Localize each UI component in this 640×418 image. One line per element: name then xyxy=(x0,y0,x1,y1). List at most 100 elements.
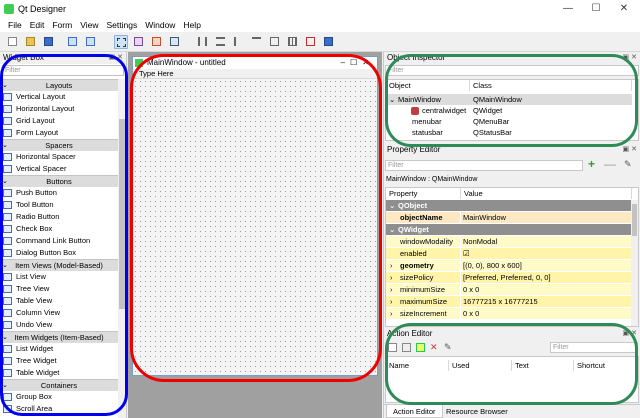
dock-float-close-icons[interactable]: ▣✕ xyxy=(623,328,639,340)
column-header-text[interactable]: Text xyxy=(512,360,574,371)
menu-settings[interactable]: Settings xyxy=(102,18,141,32)
property-value[interactable]: NonModal xyxy=(461,236,633,247)
property-value[interactable]: 0 x 0 xyxy=(461,308,633,319)
lay-out-vertically-icon[interactable] xyxy=(214,35,228,49)
property-row[interactable]: sizeIncrement 0 x 0 › xyxy=(386,308,633,319)
widget-item[interactable]: Radio Button xyxy=(0,211,118,223)
widget-item[interactable]: Push Button xyxy=(0,187,118,199)
widget-box-filter-input[interactable]: Filter xyxy=(2,65,124,76)
widget-item[interactable]: Dialog Button Box xyxy=(0,247,118,259)
chevron-down-icon[interactable]: ⌄ xyxy=(2,140,8,151)
lay-out-form-icon[interactable] xyxy=(268,35,282,49)
lay-out-horizontally-icon[interactable] xyxy=(196,35,210,49)
widget-item[interactable]: Vertical Spacer xyxy=(0,163,118,175)
chevron-down-icon[interactable]: ⌄ xyxy=(389,200,395,211)
chevron-down-icon[interactable]: ⌄ xyxy=(2,260,8,271)
menu-help[interactable]: Help xyxy=(179,18,204,32)
edit-buddies-icon[interactable] xyxy=(150,35,164,49)
chevron-right-icon[interactable]: › xyxy=(390,284,393,295)
widget-item[interactable]: Column View xyxy=(0,307,118,319)
widget-item[interactable]: Group Box xyxy=(0,391,118,403)
form-title-bar[interactable]: MainWindow - untitled –☐✕ xyxy=(133,57,377,69)
bring-to-front-icon[interactable] xyxy=(84,35,98,49)
property-row[interactable]: enabled ☑ xyxy=(386,248,633,259)
chevron-right-icon[interactable]: › xyxy=(390,272,393,283)
widget-item[interactable]: Scroll Area xyxy=(0,403,118,415)
property-scrollbar[interactable] xyxy=(631,200,638,326)
maximize-button[interactable]: ☐ xyxy=(584,2,608,16)
widget-box-scrollbar[interactable] xyxy=(118,79,126,418)
property-row[interactable]: geometry [(0, 0), 800 x 600] › xyxy=(386,260,633,271)
chevron-down-icon[interactable]: ⌄ xyxy=(389,224,395,235)
menu-window[interactable]: Window xyxy=(141,18,179,32)
chevron-right-icon[interactable]: › xyxy=(390,308,393,319)
tab-action-editor[interactable]: Action Editor xyxy=(386,405,443,418)
widget-item[interactable]: Tool Button xyxy=(0,199,118,211)
edit-signals-slots-icon[interactable] xyxy=(132,35,146,49)
property-editor-filter-input[interactable]: Filter xyxy=(385,160,583,171)
widget-item[interactable]: Tree Widget xyxy=(0,355,118,367)
property-row[interactable]: sizePolicy [Preferred, Preferred, 0, 0] › xyxy=(386,272,633,283)
widget-category[interactable]: ⌄ Layouts xyxy=(0,79,118,91)
widget-item[interactable]: Undo View xyxy=(0,319,118,331)
property-value[interactable]: [(0, 0), 800 x 600] xyxy=(461,260,633,271)
widget-item[interactable]: Check Box xyxy=(0,223,118,235)
widget-item[interactable]: Vertical Layout xyxy=(0,91,118,103)
add-dynamic-property-icon[interactable]: + xyxy=(588,158,595,170)
splitter-vertical-icon[interactable] xyxy=(250,35,264,49)
object-inspector-filter-input[interactable]: Filter xyxy=(385,65,639,76)
scrollbar-thumb[interactable] xyxy=(119,119,125,309)
minimize-button[interactable]: — xyxy=(556,2,580,16)
widget-item[interactable]: Table Widget xyxy=(0,367,118,379)
property-value[interactable]: ☑ xyxy=(461,248,633,259)
property-group-header[interactable]: ⌄ QWidget xyxy=(386,224,633,235)
property-row[interactable]: objectName MainWindow xyxy=(386,212,633,223)
column-header-value[interactable]: Value xyxy=(461,188,632,199)
menu-form[interactable]: Form xyxy=(48,18,76,32)
form-canvas-grid[interactable] xyxy=(133,79,377,375)
column-header-shortcut[interactable]: Shortcut xyxy=(574,360,638,371)
edit-widgets-icon[interactable] xyxy=(114,35,128,49)
splitter-horizontal-icon[interactable] xyxy=(232,35,246,49)
form-menu-type-here[interactable]: Type Here xyxy=(133,69,377,79)
paste-action-icon[interactable] xyxy=(416,343,425,352)
menu-view[interactable]: View xyxy=(76,18,102,32)
dock-float-close-icons[interactable]: ▣✕ xyxy=(623,52,639,64)
column-header-name[interactable]: Name xyxy=(386,360,449,371)
widget-category[interactable]: ⌄ Buttons xyxy=(0,175,118,187)
send-to-back-icon[interactable] xyxy=(66,35,80,49)
widget-category[interactable]: ⌄ Item Widgets (Item-Based) xyxy=(0,331,118,343)
widget-item[interactable]: Horizontal Spacer xyxy=(0,151,118,163)
property-row[interactable]: maximumSize 16777215 x 16777215 › xyxy=(386,296,633,307)
property-row[interactable]: minimumSize 0 x 0 › xyxy=(386,284,633,295)
close-button[interactable]: ✕ xyxy=(612,2,636,16)
tree-row[interactable]: statusbar QStatusBar xyxy=(386,127,632,138)
chevron-down-icon[interactable]: ⌄ xyxy=(2,332,8,343)
delete-action-icon[interactable]: ✕ xyxy=(430,342,438,353)
property-value[interactable]: 0 x 0 xyxy=(461,284,633,295)
open-folder-icon[interactable] xyxy=(24,35,38,49)
remove-dynamic-property-icon[interactable]: — xyxy=(604,158,616,170)
form-window[interactable]: MainWindow - untitled –☐✕ Type Here xyxy=(132,56,378,376)
chevron-right-icon[interactable]: › xyxy=(390,260,393,271)
action-editor-filter-input[interactable]: Filter xyxy=(550,342,638,353)
tab-resource-browser[interactable]: Resource Browser xyxy=(440,405,514,418)
edit-tab-order-icon[interactable] xyxy=(168,35,182,49)
save-icon[interactable] xyxy=(42,35,56,49)
widget-item[interactable]: List Widget xyxy=(0,343,118,355)
widget-item[interactable]: List View xyxy=(0,271,118,283)
form-window-controls-icons[interactable]: –☐✕ xyxy=(341,57,374,69)
widget-item[interactable]: Form Layout xyxy=(0,127,118,139)
scrollbar-thumb[interactable] xyxy=(632,204,637,236)
chevron-right-icon[interactable]: › xyxy=(390,296,393,307)
tree-row[interactable]: centralwidget QWidget xyxy=(386,105,632,116)
menu-file[interactable]: File xyxy=(4,18,26,32)
new-action-icon[interactable] xyxy=(388,343,397,352)
widget-item[interactable]: Horizontal Layout xyxy=(0,103,118,115)
dock-float-close-icons[interactable]: ▣✕ xyxy=(109,52,125,64)
widget-category[interactable]: ⌄ Containers xyxy=(0,379,118,391)
lay-out-grid-icon[interactable] xyxy=(286,35,300,49)
column-header-object[interactable]: Object xyxy=(386,80,470,91)
property-value[interactable]: [Preferred, Preferred, 0, 0] xyxy=(461,272,633,283)
widget-category[interactable]: ⌄ Spacers xyxy=(0,139,118,151)
